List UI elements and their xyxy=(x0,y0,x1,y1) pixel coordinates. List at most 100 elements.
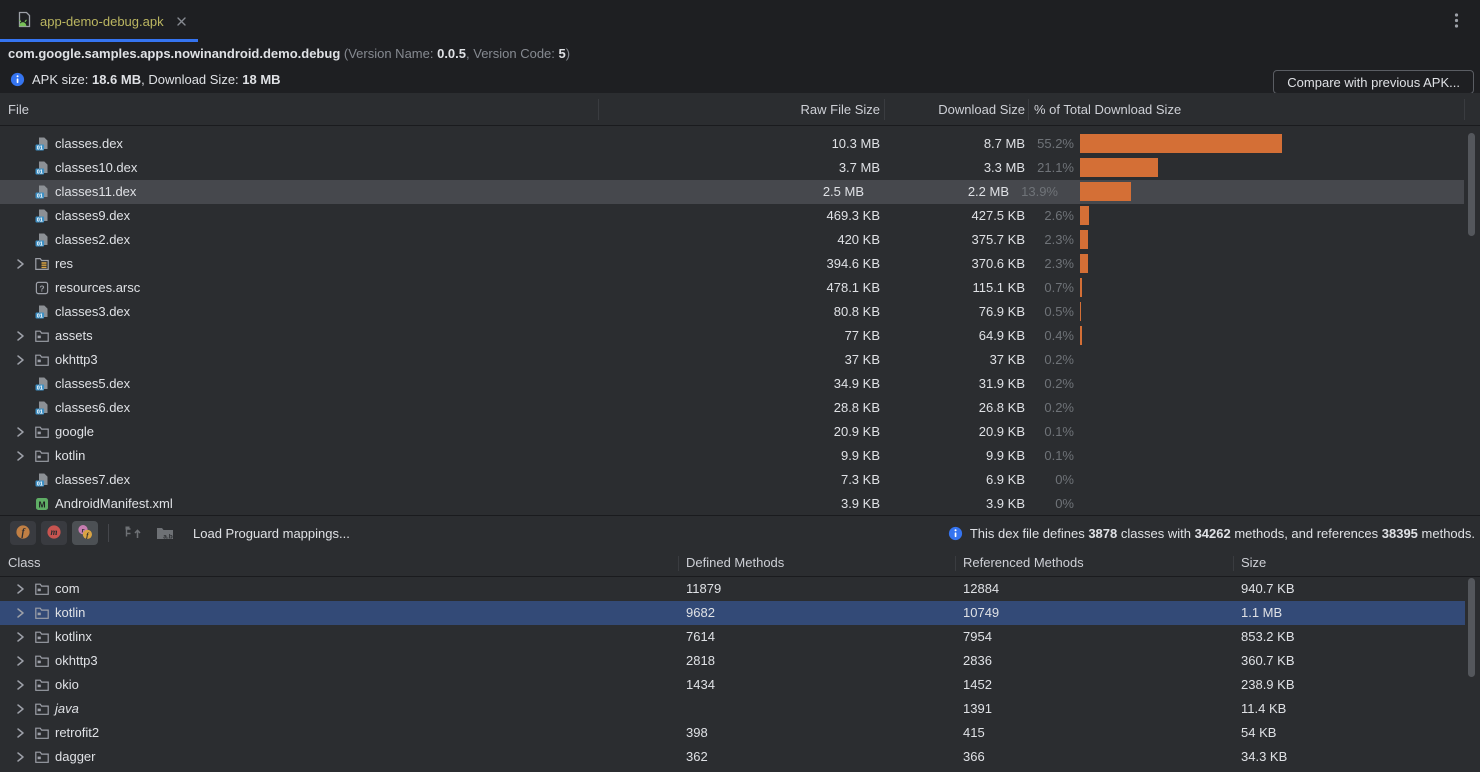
raw-file-size: 77 KB xyxy=(845,324,880,348)
download-size: 26.8 KB xyxy=(979,396,1025,420)
show-fields-toggle[interactable]: f xyxy=(10,521,36,545)
package-name: kotlin xyxy=(55,601,85,625)
kebab-menu-icon[interactable] xyxy=(1449,11,1464,30)
column-percent[interactable]: % of Total Download Size xyxy=(1034,102,1181,117)
class-row[interactable]: okio14341452238.9 KB xyxy=(0,673,1480,697)
svg-text:M: M xyxy=(38,500,45,510)
column-size[interactable]: Size xyxy=(1241,555,1266,570)
file-row[interactable]: 01classes.dex10.3 MB8.7 MB55.2% xyxy=(0,132,1480,156)
file-name: classes7.dex xyxy=(55,468,130,492)
expand-chevron-icon[interactable] xyxy=(12,677,28,693)
file-table-scrollbar[interactable] xyxy=(1468,133,1475,236)
file-row[interactable]: 01classes2.dex420 KB375.7 KB2.3% xyxy=(0,228,1480,252)
expand-chevron-icon[interactable] xyxy=(12,256,28,272)
file-name: classes10.dex xyxy=(55,156,137,180)
expand-chevron-icon[interactable] xyxy=(12,448,28,464)
class-table-scrollbar[interactable] xyxy=(1468,578,1475,677)
column-class[interactable]: Class xyxy=(8,555,41,570)
class-row[interactable]: java139111.4 KB xyxy=(0,697,1480,721)
percent-of-total: 0.2% xyxy=(1044,396,1074,420)
package-size: 11.4 KB xyxy=(1241,697,1286,721)
close-icon[interactable] xyxy=(175,15,188,28)
file-name: classes.dex xyxy=(55,132,123,156)
dex-file-icon: 01 xyxy=(34,184,50,200)
file-name: classes6.dex xyxy=(55,396,130,420)
file-row[interactable]: res394.6 KB370.6 KB2.3% xyxy=(0,252,1480,276)
file-row[interactable]: okhttp337 KB37 KB0.2% xyxy=(0,348,1480,372)
file-row[interactable]: 01classes3.dex80.8 KB76.9 KB0.5% xyxy=(0,300,1480,324)
deobfuscate-folder-icon[interactable]: a.b xyxy=(155,524,175,542)
defined-methods: 362 xyxy=(686,745,708,769)
compare-apk-button[interactable]: Compare with previous APK... xyxy=(1273,70,1474,94)
folder-icon xyxy=(34,328,50,344)
raw-file-size: 34.9 KB xyxy=(834,372,880,396)
class-row[interactable]: kotlinx76147954853.2 KB xyxy=(0,625,1480,649)
package-size: 54 KB xyxy=(1241,721,1276,745)
expand-chevron-icon[interactable] xyxy=(12,581,28,597)
expand-chevron-icon[interactable] xyxy=(12,629,28,645)
file-row[interactable]: MAndroidManifest.xml3.9 KB3.9 KB0% xyxy=(0,492,1480,515)
column-file[interactable]: File xyxy=(8,102,29,117)
class-row[interactable]: com1187912884940.7 KB xyxy=(0,577,1480,601)
referenced-methods: 1452 xyxy=(963,673,992,697)
download-size: 9.9 KB xyxy=(986,444,1025,468)
column-divider xyxy=(1028,99,1029,120)
expand-chevron-icon[interactable] xyxy=(12,749,28,765)
class-row[interactable]: dagger36236634.3 KB xyxy=(0,745,1480,769)
expand-chevron-icon[interactable] xyxy=(12,653,28,669)
package-name: okio xyxy=(55,673,79,697)
file-row[interactable]: 01classes11.dex2.5 MB2.2 MB13.9% xyxy=(0,180,1464,204)
show-referenced-toggle[interactable]: rf xyxy=(72,521,98,545)
dex-file-icon: 01 xyxy=(34,400,50,416)
package-folder-icon xyxy=(34,605,50,621)
column-divider xyxy=(1233,556,1234,571)
file-name: okhttp3 xyxy=(55,348,98,372)
download-size-bar xyxy=(1080,134,1282,153)
file-row[interactable]: 01classes9.dex469.3 KB427.5 KB2.6% xyxy=(0,204,1480,228)
apk-size-info: APK size: 18.6 MB, Download Size: 18 MB xyxy=(0,65,1480,93)
column-raw-size[interactable]: Raw File Size xyxy=(801,102,880,117)
expand-tree-icon[interactable] xyxy=(124,524,143,542)
column-download-size[interactable]: Download Size xyxy=(938,102,1025,117)
class-row[interactable]: okhttp328182836360.7 KB xyxy=(0,649,1480,673)
file-row[interactable]: 01classes6.dex28.8 KB26.8 KB0.2% xyxy=(0,396,1480,420)
download-size-bar xyxy=(1080,326,1082,345)
percent-of-total: 55.2% xyxy=(1037,132,1074,156)
column-divider xyxy=(884,99,885,120)
expand-chevron-icon[interactable] xyxy=(12,352,28,368)
percent-of-total: 2.3% xyxy=(1044,252,1074,276)
expand-chevron-icon[interactable] xyxy=(12,424,28,440)
file-row[interactable]: kotlin9.9 KB9.9 KB0.1% xyxy=(0,444,1480,468)
download-size: 64.9 KB xyxy=(979,324,1025,348)
file-row[interactable]: 01classes10.dex3.7 MB3.3 MB21.1% xyxy=(0,156,1480,180)
expand-chevron-icon[interactable] xyxy=(12,328,28,344)
version-name: 0.0.5 xyxy=(437,46,466,61)
class-row[interactable]: retrofit239841554 KB xyxy=(0,721,1480,745)
dex-file-icon: 01 xyxy=(34,376,50,392)
expand-chevron-icon[interactable] xyxy=(12,725,28,741)
file-row[interactable]: 01classes5.dex34.9 KB31.9 KB0.2% xyxy=(0,372,1480,396)
referenced-methods: 12884 xyxy=(963,577,999,601)
dex-file-icon: 01 xyxy=(34,208,50,224)
expand-chevron-icon[interactable] xyxy=(12,701,28,717)
load-proguard-mappings-button[interactable]: Load Proguard mappings... xyxy=(193,526,350,541)
raw-file-size: 9.9 KB xyxy=(841,444,880,468)
percent-of-total: 2.3% xyxy=(1044,228,1074,252)
defined-methods: 7614 xyxy=(686,625,715,649)
version-code: 5 xyxy=(559,46,566,61)
column-referenced-methods[interactable]: Referenced Methods xyxy=(963,555,1084,570)
column-divider xyxy=(955,556,956,571)
class-row[interactable]: kotlin9682107491.1 MB xyxy=(0,601,1465,625)
file-name: classes9.dex xyxy=(55,204,130,228)
file-row[interactable]: google20.9 KB20.9 KB0.1% xyxy=(0,420,1480,444)
file-name: classes5.dex xyxy=(55,372,130,396)
column-defined-methods[interactable]: Defined Methods xyxy=(686,555,784,570)
raw-file-size: 2.5 MB xyxy=(823,180,864,204)
tab-apk[interactable]: app-demo-debug.apk xyxy=(0,0,198,42)
file-row[interactable]: 01classes7.dex7.3 KB6.9 KB0% xyxy=(0,468,1480,492)
raw-file-size: 20.9 KB xyxy=(834,420,880,444)
show-methods-toggle[interactable]: m xyxy=(41,521,67,545)
expand-chevron-icon[interactable] xyxy=(12,605,28,621)
file-row[interactable]: ?resources.arsc478.1 KB115.1 KB0.7% xyxy=(0,276,1480,300)
file-row[interactable]: assets77 KB64.9 KB0.4% xyxy=(0,324,1480,348)
